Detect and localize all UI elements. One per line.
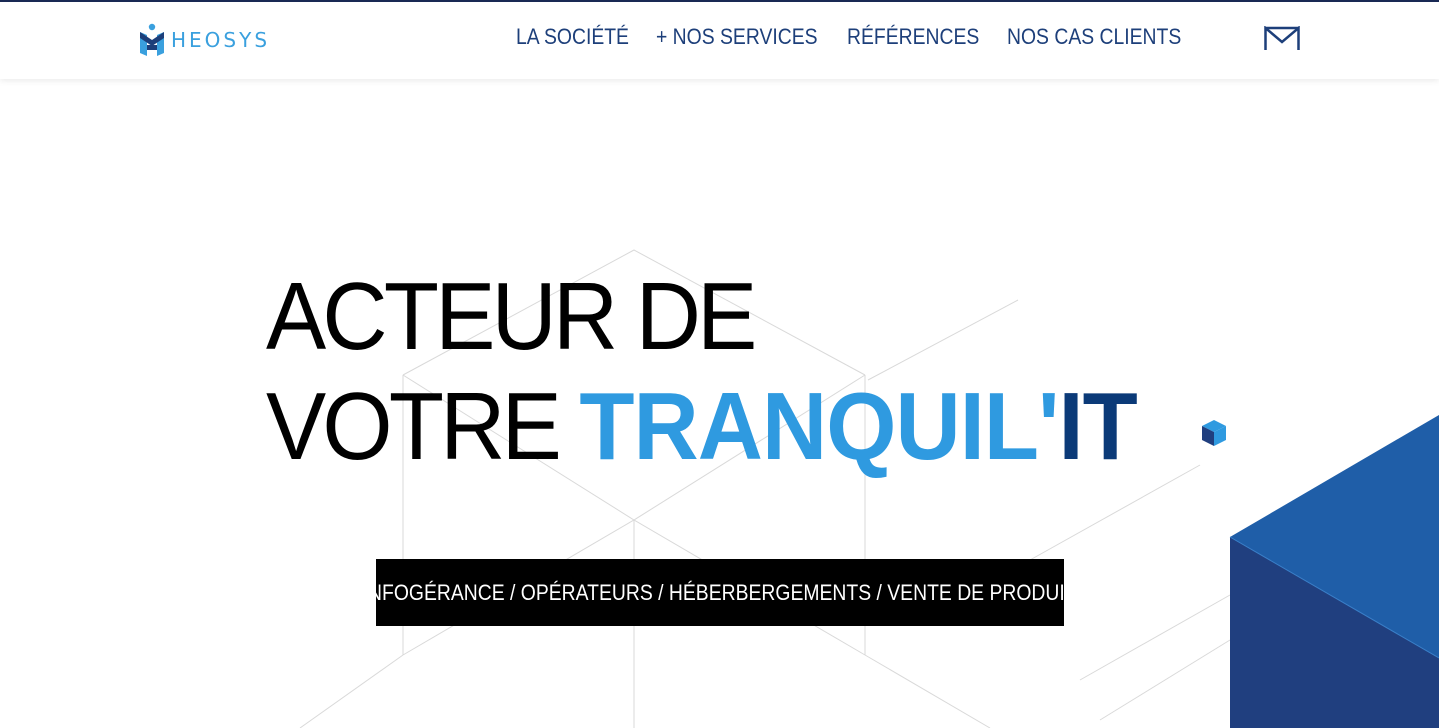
nav-item-la-societe[interactable]: LA SOCIÉTÉ <box>516 24 639 50</box>
page: HEOSYS LA SOCIÉTÉ + NOS SERVICES RÉFÉREN… <box>0 0 1439 728</box>
headline-line-2: VOTRE TRANQUIL'IT <box>266 372 1138 482</box>
main-nav: LA SOCIÉTÉ + NOS SERVICES RÉFÉRENCES NOS… <box>516 24 1197 50</box>
mail-icon[interactable] <box>1264 26 1300 52</box>
nav-item-references[interactable]: RÉFÉRENCES <box>847 24 988 50</box>
headline-accent-dark: IT <box>1058 373 1138 480</box>
nav-item-nos-services[interactable]: + NOS SERVICES <box>656 24 824 50</box>
heosys-logo-icon <box>140 23 164 56</box>
hero-headline: ACTEUR DE VOTRE TRANQUIL'IT <box>266 262 1192 482</box>
services-banner[interactable]: INFOGÉRANCE / OPÉRATEURS / HÉBERBERGEMEN… <box>363 559 1077 626</box>
services-text: INFOGÉRANCE / OPÉRATEURS / HÉBERBERGEMEN… <box>363 579 1077 605</box>
nav-item-nos-cas-clients[interactable]: NOS CAS CLIENTS <box>1007 24 1181 50</box>
logo-text: HEOSYS <box>171 28 271 52</box>
logo[interactable]: HEOSYS <box>139 22 270 58</box>
small-cube-icon <box>1202 420 1226 446</box>
corner-cube <box>1229 415 1439 728</box>
headline-prefix: VOTRE <box>266 373 562 480</box>
headline-line-1: ACTEUR DE <box>266 263 757 370</box>
headline-accent-light: TRANQUIL' <box>579 373 1059 480</box>
site-header: HEOSYS LA SOCIÉTÉ + NOS SERVICES RÉFÉREN… <box>0 2 1439 79</box>
